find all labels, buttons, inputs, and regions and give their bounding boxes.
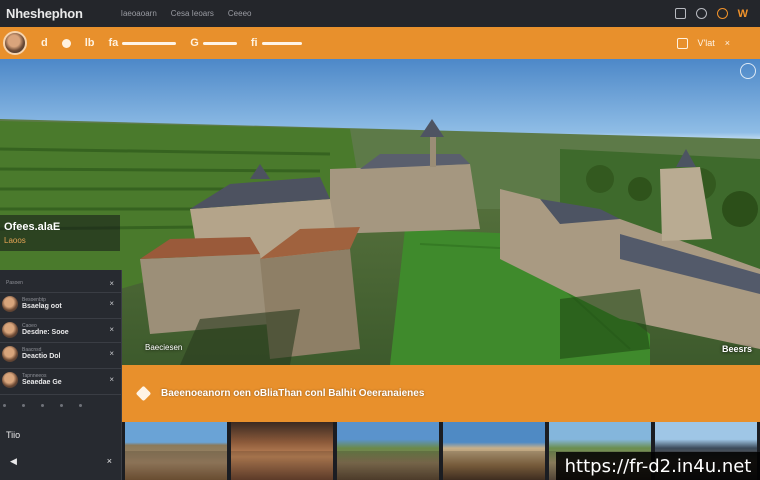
avatar bbox=[2, 345, 18, 362]
app-window: Nheshephon Iaeoaoarn Cesa Ieoars Ceeeo W… bbox=[0, 0, 760, 480]
top-nav-item-3[interactable]: Ceeeo bbox=[228, 9, 252, 18]
top-nav-item-1[interactable]: Iaeoaoarn bbox=[121, 9, 157, 18]
top-nav-item-2[interactable]: Cesa Ieoars bbox=[171, 9, 214, 18]
thumbnail[interactable] bbox=[443, 422, 545, 480]
list-item[interactable]: Baacnsd Deactio Dol × bbox=[0, 342, 122, 364]
list-item[interactable] bbox=[0, 394, 122, 416]
toolbar-slider[interactable] bbox=[122, 41, 177, 45]
top-icons: W bbox=[674, 8, 748, 20]
circle-icon bbox=[61, 38, 71, 48]
toolbar-right-label[interactable]: V'lat bbox=[698, 38, 715, 48]
phone-icon[interactable] bbox=[674, 8, 686, 19]
toolbar-item-3[interactable]: lb bbox=[85, 37, 95, 49]
hero-tag: Ofees.alaE Laoos bbox=[0, 215, 120, 251]
close-icon[interactable]: × bbox=[109, 299, 114, 308]
close-icon[interactable]: × bbox=[109, 325, 114, 334]
panel-header: Pasoen × bbox=[0, 272, 122, 294]
info-bar-text[interactable]: Baeenoeanorn oen oBliaThan conl Balhit O… bbox=[161, 388, 424, 399]
list-item-dots bbox=[3, 404, 82, 407]
close-icon[interactable]: × bbox=[109, 279, 114, 288]
hero-tag-subtitle: Laoos bbox=[4, 236, 26, 245]
brand-mark-icon[interactable]: W bbox=[738, 8, 748, 20]
panel-header-label: Pasoen bbox=[6, 280, 23, 286]
toolbar-glyph: fa bbox=[108, 37, 119, 49]
hero-tag-title: Ofees.alaE bbox=[4, 221, 61, 233]
toolbar-right: V'lat × bbox=[676, 37, 730, 49]
thumbnail[interactable] bbox=[125, 422, 227, 480]
toolbar-item-5[interactable]: G bbox=[190, 37, 237, 49]
info-bar: Baeenoeanorn oen oBliaThan conl Balhit O… bbox=[122, 365, 760, 422]
hero-caption-right: Beesrs bbox=[721, 344, 752, 354]
toolbar-item-1[interactable]: d bbox=[41, 37, 48, 49]
toolbar-glyph: G bbox=[190, 37, 199, 49]
toolbar-glyph: d bbox=[41, 37, 48, 49]
hero-close-icon[interactable] bbox=[740, 63, 756, 79]
avatar bbox=[2, 295, 18, 312]
list-item[interactable]: Tapnneeos Seaedae Ge × bbox=[0, 368, 122, 390]
user-avatar[interactable] bbox=[3, 31, 27, 55]
toolbar-item-6[interactable]: fi bbox=[251, 37, 302, 49]
list-item[interactable]: Besoenbtp Bsaelag oot × bbox=[0, 292, 122, 314]
avatar bbox=[2, 321, 18, 338]
toolbar: d lb fa G fi V'lat × bbox=[0, 27, 760, 59]
watermark-url: https://fr-d2.in4u.net bbox=[556, 452, 760, 480]
app-title[interactable]: Nheshephon bbox=[6, 6, 83, 21]
toolbar-slider[interactable] bbox=[202, 41, 237, 45]
close-icon[interactable]: × bbox=[725, 38, 730, 48]
list-item-name: Deactio Dol bbox=[22, 353, 61, 360]
square-icon[interactable] bbox=[676, 37, 688, 49]
panel-nav: ◀ × bbox=[0, 450, 122, 472]
top-bar: Nheshephon Iaeoaoarn Cesa Ieoars Ceeeo W bbox=[0, 0, 760, 27]
circle-icon[interactable] bbox=[716, 8, 728, 19]
close-icon[interactable]: × bbox=[109, 375, 114, 384]
list-item[interactable]: Caoeo Desdne: Sooe × bbox=[0, 318, 122, 340]
list-item-name: Desdne: Sooe bbox=[22, 329, 69, 336]
close-icon[interactable]: × bbox=[109, 349, 114, 358]
toolbar-glyph: lb bbox=[84, 37, 95, 49]
panel-title: Tiio bbox=[6, 430, 21, 440]
thumbnail[interactable] bbox=[231, 422, 333, 480]
clock-icon[interactable] bbox=[695, 8, 707, 19]
toolbar-item-2[interactable] bbox=[61, 38, 71, 48]
list-item-name: Bsaelag oot bbox=[22, 303, 62, 310]
toolbar-glyph: fi bbox=[250, 37, 258, 49]
toolbar-item-4[interactable]: fa bbox=[109, 37, 177, 49]
side-panel: Pasoen × Besoenbtp Bsaelag oot × Caoeo D… bbox=[0, 270, 122, 480]
toolbar-slider[interactable] bbox=[261, 41, 302, 45]
hero-caption-left: Baeciesen bbox=[145, 343, 183, 352]
avatar bbox=[2, 371, 18, 388]
thumbnail[interactable] bbox=[337, 422, 439, 480]
close-icon[interactable]: × bbox=[107, 456, 112, 466]
prev-icon[interactable]: ◀ bbox=[10, 456, 17, 467]
diamond-icon bbox=[135, 385, 152, 402]
list-item-name: Seaedae Ge bbox=[22, 379, 62, 386]
top-nav: Iaeoaoarn Cesa Ieoars Ceeeo bbox=[121, 9, 252, 18]
